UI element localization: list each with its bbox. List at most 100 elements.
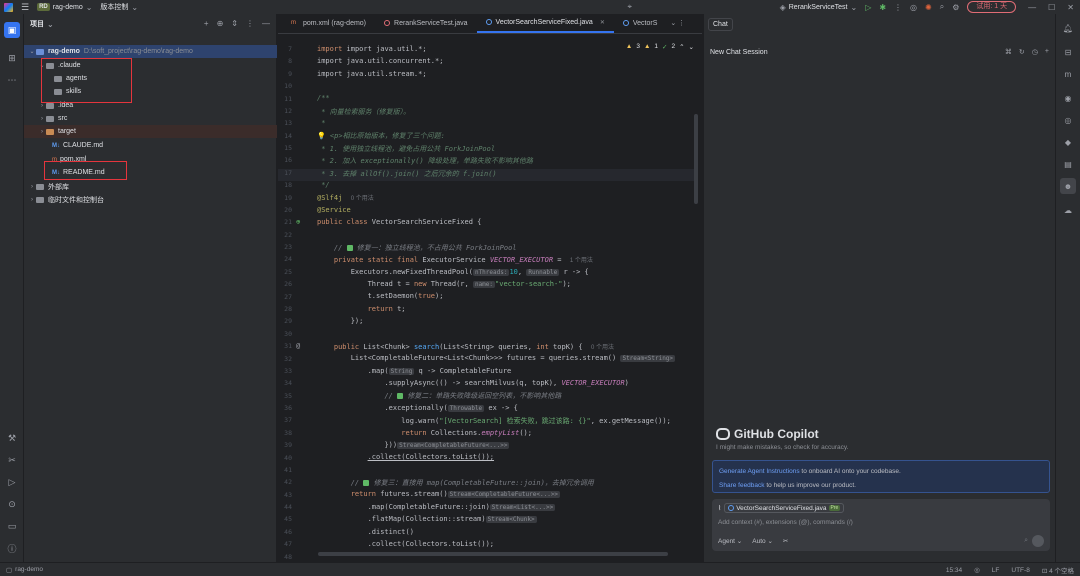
structure-tool-icon[interactable]: ⊞ <box>4 50 20 66</box>
tree-item-external-libs[interactable]: › 外部库 <box>24 180 277 193</box>
mode-selector[interactable]: Agent ⌄ <box>718 537 742 545</box>
line-number: 42 <box>284 478 292 487</box>
plugin-icon[interactable]: ◆ <box>1060 134 1076 150</box>
tree-item-claude-md[interactable]: M↓ CLAUDE.md <box>24 139 277 152</box>
tree-item-src[interactable]: › src <box>24 112 277 125</box>
context-file-chip[interactable]: ⌇ VectorSearchServiceFixed.java Pre <box>718 503 845 513</box>
chevron-right-icon[interactable]: › <box>28 184 36 190</box>
copilot-icon[interactable]: ◎ <box>1060 112 1076 128</box>
tree-item-label: .idea <box>58 102 74 109</box>
hide-icon[interactable]: — <box>262 19 270 28</box>
ai-assistant-icon[interactable]: ✺ <box>925 3 932 12</box>
chevron-right-icon[interactable]: › <box>28 197 36 203</box>
ai-chat-icon[interactable]: ◉ <box>1060 90 1076 106</box>
vcs-menu[interactable]: 版本控制 ⌄ <box>100 2 138 12</box>
model-selector[interactable]: Auto ⌄ <box>752 537 773 545</box>
more-tools-icon[interactable]: ⋯ <box>4 72 20 88</box>
trial-badge[interactable]: 试用: 1 天 <box>967 1 1017 13</box>
chevron-right-icon[interactable]: › <box>38 129 46 135</box>
tab-chat[interactable]: Chat <box>708 18 733 31</box>
locate-icon[interactable]: ⊕ <box>217 19 224 28</box>
notifications-icon[interactable]: 🔔︎ <box>1060 20 1076 36</box>
chevron-down-icon[interactable]: ⌄ <box>28 48 36 55</box>
file-encoding[interactable]: UTF-8 <box>1011 567 1029 574</box>
settings-icon[interactable]: ⚙ <box>952 3 959 12</box>
problems-tool-icon[interactable]: ⓘ <box>4 540 20 556</box>
line-number: 47 <box>284 540 292 549</box>
close-icon[interactable]: ✕ <box>600 19 605 26</box>
vertical-scrollbar[interactable] <box>694 114 698 204</box>
tab-vector-search-service-fixed[interactable]: VectorSearchServiceFixed.java ✕ <box>476 13 614 33</box>
search-everywhere-icon[interactable]: ⌖ <box>627 2 632 12</box>
mcp-icon[interactable]: ⌘ <box>1005 48 1012 56</box>
status-project[interactable]: rag-demo <box>15 566 43 573</box>
chevron-down-icon: ⌄ <box>47 19 54 29</box>
minimize-icon[interactable]: — <box>1028 3 1036 12</box>
status-bar: ▢ rag-demo 15:34 ◎ LF UTF-8 ⊡ 4 个空格 <box>0 562 1080 576</box>
maximize-icon[interactable]: ☐ <box>1048 3 1055 12</box>
copilot-chat-icon[interactable]: ☻ <box>1060 178 1076 194</box>
tree-item-scratches[interactable]: › 临时文件和控制台 <box>24 193 277 206</box>
database-icon[interactable]: ⊟ <box>1060 44 1076 60</box>
services-tool-icon[interactable]: ✂ <box>4 452 20 468</box>
attach-icon[interactable]: ⌇ <box>718 504 721 512</box>
code-line: // 修复二：单路失败降级返回空列表，不影响其他路 <box>384 392 562 400</box>
project-panel-title: 项目 <box>30 21 44 28</box>
tree-item-rag-demo[interactable]: ⌄ rag-demo D:\soft_project\rag-demo\rag-… <box>24 45 277 58</box>
debug-tool-icon[interactable]: ⊙ <box>4 496 20 512</box>
voice-icon[interactable]: ⌕ <box>1024 537 1028 545</box>
line-number: 25 <box>284 267 292 276</box>
onboarding-banner: Generate Agent Instructions to onboard A… <box>712 460 1050 493</box>
cloud-icon[interactable]: ☁ <box>1060 202 1076 218</box>
new-chat-icon[interactable]: + <box>1045 48 1049 56</box>
tools-icon[interactable]: ✂ <box>783 537 788 545</box>
chevron-right-icon[interactable]: › <box>38 103 46 109</box>
tree-item-target[interactable]: › target <box>24 125 277 138</box>
endpoints-icon[interactable]: ▤ <box>1060 156 1076 172</box>
line-number: 7 <box>288 45 292 53</box>
search-icon[interactable]: ⌕ <box>940 2 944 12</box>
add-icon[interactable]: + <box>204 19 209 28</box>
copilot-logo-icon <box>716 428 730 440</box>
terminal-tool-icon[interactable]: ▭ <box>4 518 20 534</box>
run-button[interactable]: ▷ <box>865 3 871 12</box>
run-config-selector[interactable]: ◈ RerankServiceTest ⌄ <box>780 3 858 12</box>
annotation-gutter-icon[interactable]: @ <box>296 342 300 350</box>
build-tool-icon[interactable]: ⚒ <box>4 430 20 446</box>
main-menu-icon[interactable]: ☰ <box>21 2 29 13</box>
horizontal-scrollbar[interactable] <box>318 552 668 556</box>
send-button[interactable] <box>1032 535 1044 547</box>
cursor-position[interactable]: 15:34 <box>946 567 962 574</box>
history-icon[interactable]: ◷ <box>1032 48 1038 56</box>
tab-rerank-service-test[interactable]: RerankServiceTest.java <box>375 13 477 33</box>
close-icon[interactable]: ✕ <box>1067 3 1074 12</box>
line-number: 22 <box>284 230 292 239</box>
tab-pom-xml[interactable]: m pom.xml (rag-demo) <box>282 13 375 33</box>
line-separator[interactable]: LF <box>992 567 1000 574</box>
line-number: 19 <box>284 193 292 202</box>
bean-gutter-icon[interactable]: ⊕ <box>296 218 300 226</box>
chat-input-box[interactable]: ⌇ VectorSearchServiceFixed.java Pre Add … <box>712 499 1050 551</box>
code-area[interactable]: 7 8 9 10 11 12 13 14 15 16 17 18 19 20 21 22 23 24 25 26 27 2… <box>278 42 702 561</box>
chevron-right-icon[interactable]: › <box>38 116 46 122</box>
checkmark-icon <box>363 480 370 486</box>
copilot-status-icon[interactable]: ◎ <box>974 566 980 574</box>
options-icon[interactable]: ⋮ <box>246 19 254 28</box>
lightbulb-icon[interactable]: 💡 <box>317 132 326 140</box>
chat-input-placeholder[interactable]: Add context (#), extensions (@), command… <box>718 519 853 526</box>
refresh-icon[interactable]: ↻ <box>1019 48 1025 56</box>
tabs-overflow-icon[interactable]: ⌄ ⋮ <box>666 13 685 33</box>
tab-vector-s[interactable]: VectorS <box>614 13 667 33</box>
copilot-title-text: GitHub Copilot <box>734 427 819 441</box>
generate-instructions-link[interactable]: Generate Agent Instructions <box>719 468 800 475</box>
project-switcher[interactable]: RD rag-demo ⌄ <box>37 3 92 12</box>
copilot-status-icon[interactable]: ◎ <box>910 3 917 12</box>
indent-settings[interactable]: ⊡ 4 个空格 <box>1042 565 1074 575</box>
more-actions-icon[interactable]: ⋮ <box>894 3 902 12</box>
debug-button[interactable]: ✱ <box>879 3 886 12</box>
share-feedback-link[interactable]: Share feedback <box>719 482 765 489</box>
maven-icon[interactable]: m <box>1060 66 1076 82</box>
run-tool-icon[interactable]: ▷ <box>4 474 20 490</box>
project-tool-icon[interactable]: ▣ <box>4 22 20 38</box>
expand-collapse-icon[interactable]: ⇕ <box>231 19 238 28</box>
